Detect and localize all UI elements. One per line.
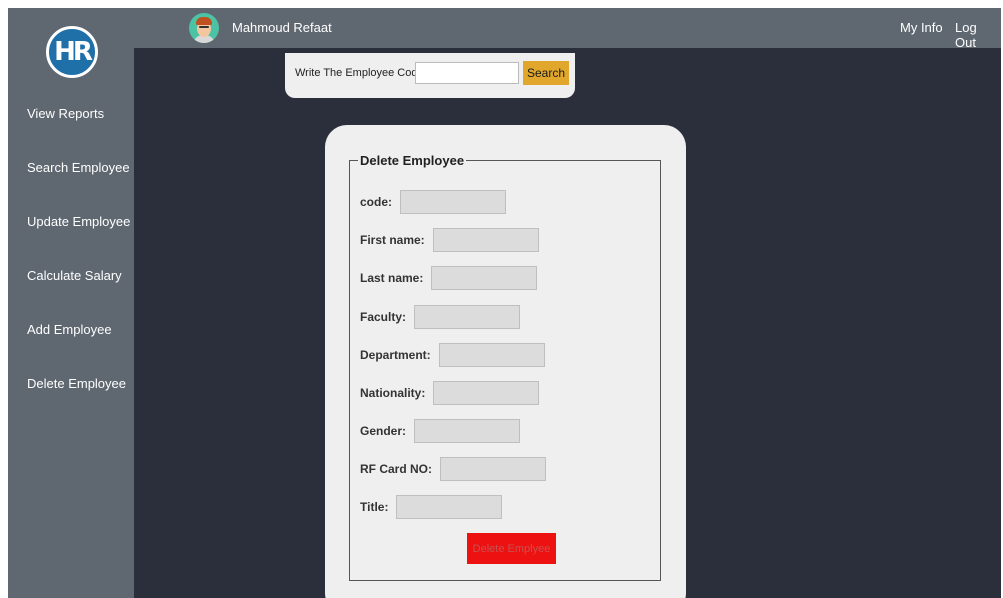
- faculty-field[interactable]: [414, 305, 521, 329]
- field-row-faculty: Faculty:: [360, 305, 521, 329]
- first-name-field[interactable]: [432, 228, 539, 252]
- rf-card-field[interactable]: [440, 457, 546, 481]
- delete-employee-card: Delete Employee code: First name: Last n…: [325, 125, 686, 598]
- hr-logo: HR: [46, 26, 98, 78]
- field-row-rf-card: RF Card NO:: [360, 457, 546, 481]
- field-row-first-name: First name:: [360, 228, 539, 252]
- delete-employee-button[interactable]: Delete Emplyee: [467, 533, 556, 564]
- user-name: Mahmoud Refaat: [232, 20, 332, 35]
- sidebar-item-delete-employee[interactable]: Delete Employee: [27, 376, 126, 391]
- search-panel: Write The Employee Code Search: [285, 53, 575, 98]
- code-field[interactable]: [400, 190, 507, 214]
- avatar-hair: [196, 17, 212, 25]
- field-row-title: Title:: [360, 495, 503, 519]
- logo-text: HR: [54, 37, 93, 67]
- field-row-nationality: Nationality:: [360, 381, 540, 405]
- field-row-department: Department:: [360, 343, 545, 367]
- nationality-label: Nationality:: [360, 386, 426, 400]
- form-legend: Delete Employee: [360, 153, 465, 168]
- my-info-link[interactable]: My Info: [900, 20, 943, 35]
- department-field[interactable]: [438, 343, 545, 367]
- department-label: Department:: [360, 348, 431, 362]
- avatar-glasses: [199, 26, 209, 28]
- first-name-label: First name:: [360, 233, 425, 247]
- search-label: Write The Employee Code: [295, 67, 424, 79]
- title-field[interactable]: [396, 495, 503, 519]
- sidebar-item-update-employee[interactable]: Update Employee: [27, 214, 130, 229]
- gender-field[interactable]: [414, 419, 521, 443]
- last-name-label: Last name:: [360, 271, 424, 285]
- faculty-label: Faculty:: [360, 310, 407, 324]
- nationality-field[interactable]: [433, 381, 540, 405]
- log-out-link[interactable]: Log Out: [955, 20, 1001, 50]
- field-row-code: code:: [360, 190, 507, 214]
- delete-employee-form: Delete Employee code: First name: Last n…: [349, 153, 661, 581]
- app-frame: HR View Reports Search Employee Update E…: [8, 8, 1001, 598]
- avatar[interactable]: [189, 13, 219, 43]
- title-label: Title:: [360, 500, 389, 514]
- sidebar-item-view-reports[interactable]: View Reports: [27, 106, 104, 121]
- field-row-last-name: Last name:: [360, 266, 538, 290]
- gender-label: Gender:: [360, 424, 407, 438]
- sidebar: HR View Reports Search Employee Update E…: [8, 8, 134, 598]
- field-row-gender: Gender:: [360, 419, 521, 443]
- sidebar-item-add-employee[interactable]: Add Employee: [27, 322, 112, 337]
- sidebar-item-calculate-salary[interactable]: Calculate Salary: [27, 268, 122, 283]
- search-button[interactable]: Search: [523, 61, 569, 85]
- top-bar: Mahmoud Refaat My Info Log Out: [134, 8, 1001, 50]
- sidebar-item-search-employee[interactable]: Search Employee: [27, 160, 130, 175]
- code-label: code:: [360, 195, 393, 209]
- rf-card-label: RF Card NO:: [360, 462, 432, 476]
- last-name-field[interactable]: [431, 266, 538, 290]
- employee-code-search-input[interactable]: [415, 62, 519, 84]
